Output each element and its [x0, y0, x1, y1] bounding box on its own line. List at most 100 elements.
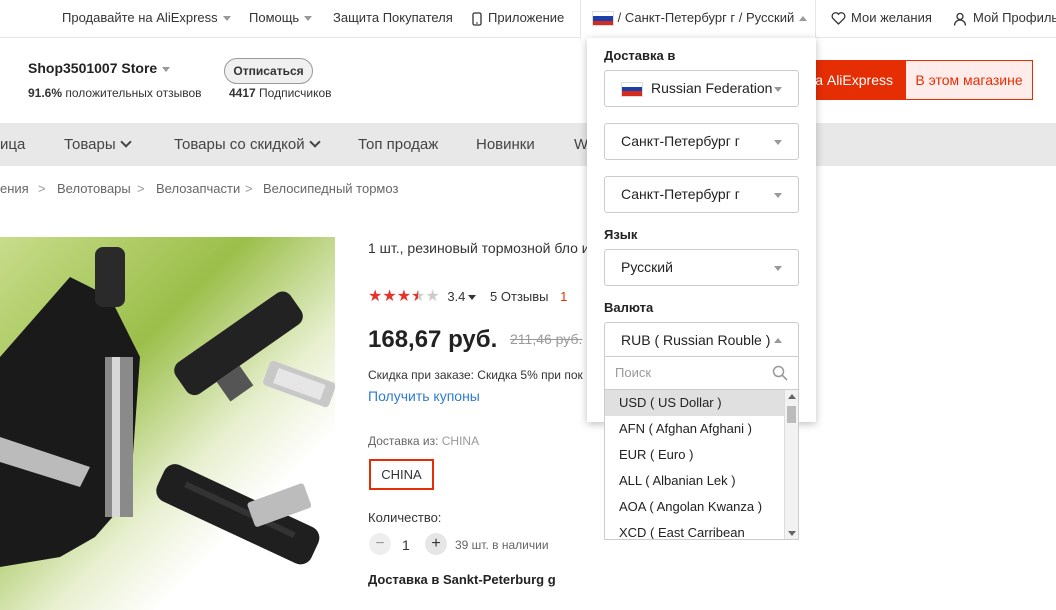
city-select[interactable]: Санкт-Петербург г	[604, 176, 799, 213]
sell-label: Продавайте на AliExpress	[62, 10, 218, 25]
rating-label: положительных отзывов	[65, 86, 202, 100]
star-icon: ★	[368, 288, 383, 305]
currency-option[interactable]: XCD ( East Carribean	[605, 520, 785, 539]
store-name-label: Shop3501007 Store	[28, 60, 158, 76]
currency-select[interactable]: RUB ( Russian Rouble )	[604, 322, 799, 359]
followers-label: Подписчиков	[259, 86, 332, 100]
nav-item-sale[interactable]: Товары со скидкой	[174, 123, 321, 166]
product-old-price: 211,46 руб.	[510, 331, 583, 347]
quantity-label: Количество:	[368, 510, 442, 525]
search-store-button[interactable]: В этом магазине	[905, 60, 1033, 100]
chevron-down-icon	[308, 136, 321, 148]
nav-sale-label: Товары со скидкой	[174, 136, 305, 153]
breadcrumb-item[interactable]: Велозапчасти	[156, 181, 240, 196]
rating-number: 3.4	[447, 289, 466, 304]
store-followers: 4417 Подписчиков	[229, 86, 332, 100]
breadcrumb-separator: >	[38, 181, 46, 196]
nav-item-products[interactable]: Товары	[64, 123, 132, 166]
breadcrumb-item[interactable]: ения	[0, 181, 29, 196]
search-icon	[772, 365, 788, 381]
region-select[interactable]: Санкт-Петербург г	[604, 123, 799, 160]
product-image[interactable]	[0, 237, 335, 610]
help-menu[interactable]: Помощь	[249, 0, 313, 38]
stock-count: 39 шт. в наличии	[455, 538, 549, 552]
currency-option[interactable]: AOA ( Angolan Kwanza )	[605, 494, 785, 520]
store-name[interactable]: Shop3501007 Store	[28, 60, 171, 76]
language-label: Язык	[604, 227, 638, 242]
unsubscribe-button[interactable]: Отписаться	[224, 58, 313, 84]
nav-item-top-sales[interactable]: Топ продаж	[358, 123, 438, 166]
chevron-down-icon	[468, 295, 477, 301]
help-label: Помощь	[249, 10, 300, 25]
currency-value: RUB ( Russian Rouble )	[621, 332, 771, 348]
chevron-down-icon	[162, 66, 171, 72]
chevron-up-icon	[774, 338, 782, 343]
chevron-down-icon	[774, 266, 782, 271]
heart-icon	[831, 12, 846, 25]
breadcrumb-item[interactable]: Велотовары	[57, 181, 131, 196]
deliver-to[interactable]: Доставка в Sankt-Peterburg g	[368, 572, 556, 587]
nav-item-new[interactable]: Новинки	[476, 123, 535, 166]
currency-search-input[interactable]: Поиск	[604, 356, 799, 390]
order-discount: Скидка при заказе: Скидка 5% при пок	[368, 368, 583, 382]
scroll-up-icon[interactable]	[788, 394, 796, 399]
country-value: Russian Federation	[651, 80, 773, 96]
currency-option[interactable]: ALL ( Albanian Lek )	[605, 468, 785, 494]
quantity-increase-button[interactable]: +	[425, 533, 447, 555]
reviews-link[interactable]: 5 Отзывы	[490, 289, 548, 304]
store-rating: 91.6% положительных отзывов	[28, 86, 202, 100]
ship-from-option-china[interactable]: CHINA	[369, 459, 434, 490]
profile-label: Мой Профиль	[973, 10, 1056, 25]
nav-item-home[interactable]: ица	[0, 123, 25, 166]
ship-from-value: CHINA	[441, 434, 480, 448]
sell-on-aliexpress-link[interactable]: Продавайте на AliExpress	[62, 0, 231, 38]
ship-to-label: Доставка в	[604, 48, 676, 63]
breadcrumb-separator: >	[245, 181, 253, 196]
wishlist-link[interactable]: Мои желания	[831, 0, 932, 38]
breadcrumb-item[interactable]: Велосипедный тормоз	[263, 181, 398, 196]
region-value: Санкт-Петербург г	[621, 133, 740, 149]
buyer-protection-link[interactable]: Защита Покупателя	[333, 0, 453, 38]
ship-from-label: Доставка из:	[368, 434, 439, 448]
ship-from: Доставка из: CHINA	[368, 434, 479, 448]
product-price: 168,67 руб.	[368, 326, 498, 353]
currency-list: USD ( US Dollar ) AFN ( Afghan Afghani )…	[604, 390, 799, 540]
currency-option[interactable]: USD ( US Dollar )	[605, 390, 785, 416]
rating-value: 91.6%	[28, 86, 63, 100]
profile-link[interactable]: Мой Профиль	[953, 0, 1056, 38]
search-aliexpress-button[interactable]: а AliExpress	[812, 60, 905, 100]
russia-flag-icon	[592, 11, 614, 27]
star-icon: ★	[382, 288, 397, 305]
brake-pads-illustration	[0, 247, 335, 567]
star-half-icon: ★	[411, 288, 426, 305]
currency-option[interactable]: EUR ( Euro )	[605, 442, 785, 468]
followers-value: 4417	[229, 86, 256, 100]
country-select[interactable]: Russian Federation	[604, 70, 799, 107]
scroll-down-icon[interactable]	[788, 531, 796, 536]
currency-option[interactable]: AFN ( Afghan Afghani )	[605, 416, 785, 442]
star-icon: ★	[396, 288, 412, 305]
quantity-decrease-button[interactable]: −	[369, 533, 391, 555]
star-empty-icon: ★	[425, 288, 440, 305]
breadcrumb-separator: >	[137, 181, 145, 196]
russia-flag-icon	[621, 81, 643, 97]
orders-count: 1	[560, 289, 568, 304]
wishlist-label: Мои желания	[851, 10, 932, 25]
scrollbar-thumb[interactable]	[787, 406, 796, 423]
chevron-down-icon	[774, 140, 782, 145]
chevron-down-icon	[304, 16, 313, 22]
currency-list-scrollbar[interactable]	[784, 390, 798, 539]
region-label: / Санкт-Петербург г / Русский	[617, 10, 795, 25]
language-select[interactable]: Русский	[604, 249, 799, 286]
get-coupons-link[interactable]: Получить купоны	[368, 388, 480, 404]
product-rating[interactable]: ★★★★★ 3.4 5 Отзывы 1	[368, 286, 567, 306]
chevron-down-icon	[774, 193, 782, 198]
app-link[interactable]: Приложение	[472, 0, 564, 38]
chevron-down-icon	[222, 16, 231, 22]
currency-search-placeholder: Поиск	[615, 365, 652, 380]
top-bar: Продавайте на AliExpress Помощь Защита П…	[0, 0, 1056, 39]
currency-label: Валюта	[604, 300, 654, 315]
region-language-selector[interactable]: / Санкт-Петербург г / Русский	[580, 0, 816, 39]
chevron-up-icon	[799, 16, 808, 22]
quantity-value[interactable]: 1	[402, 537, 410, 553]
